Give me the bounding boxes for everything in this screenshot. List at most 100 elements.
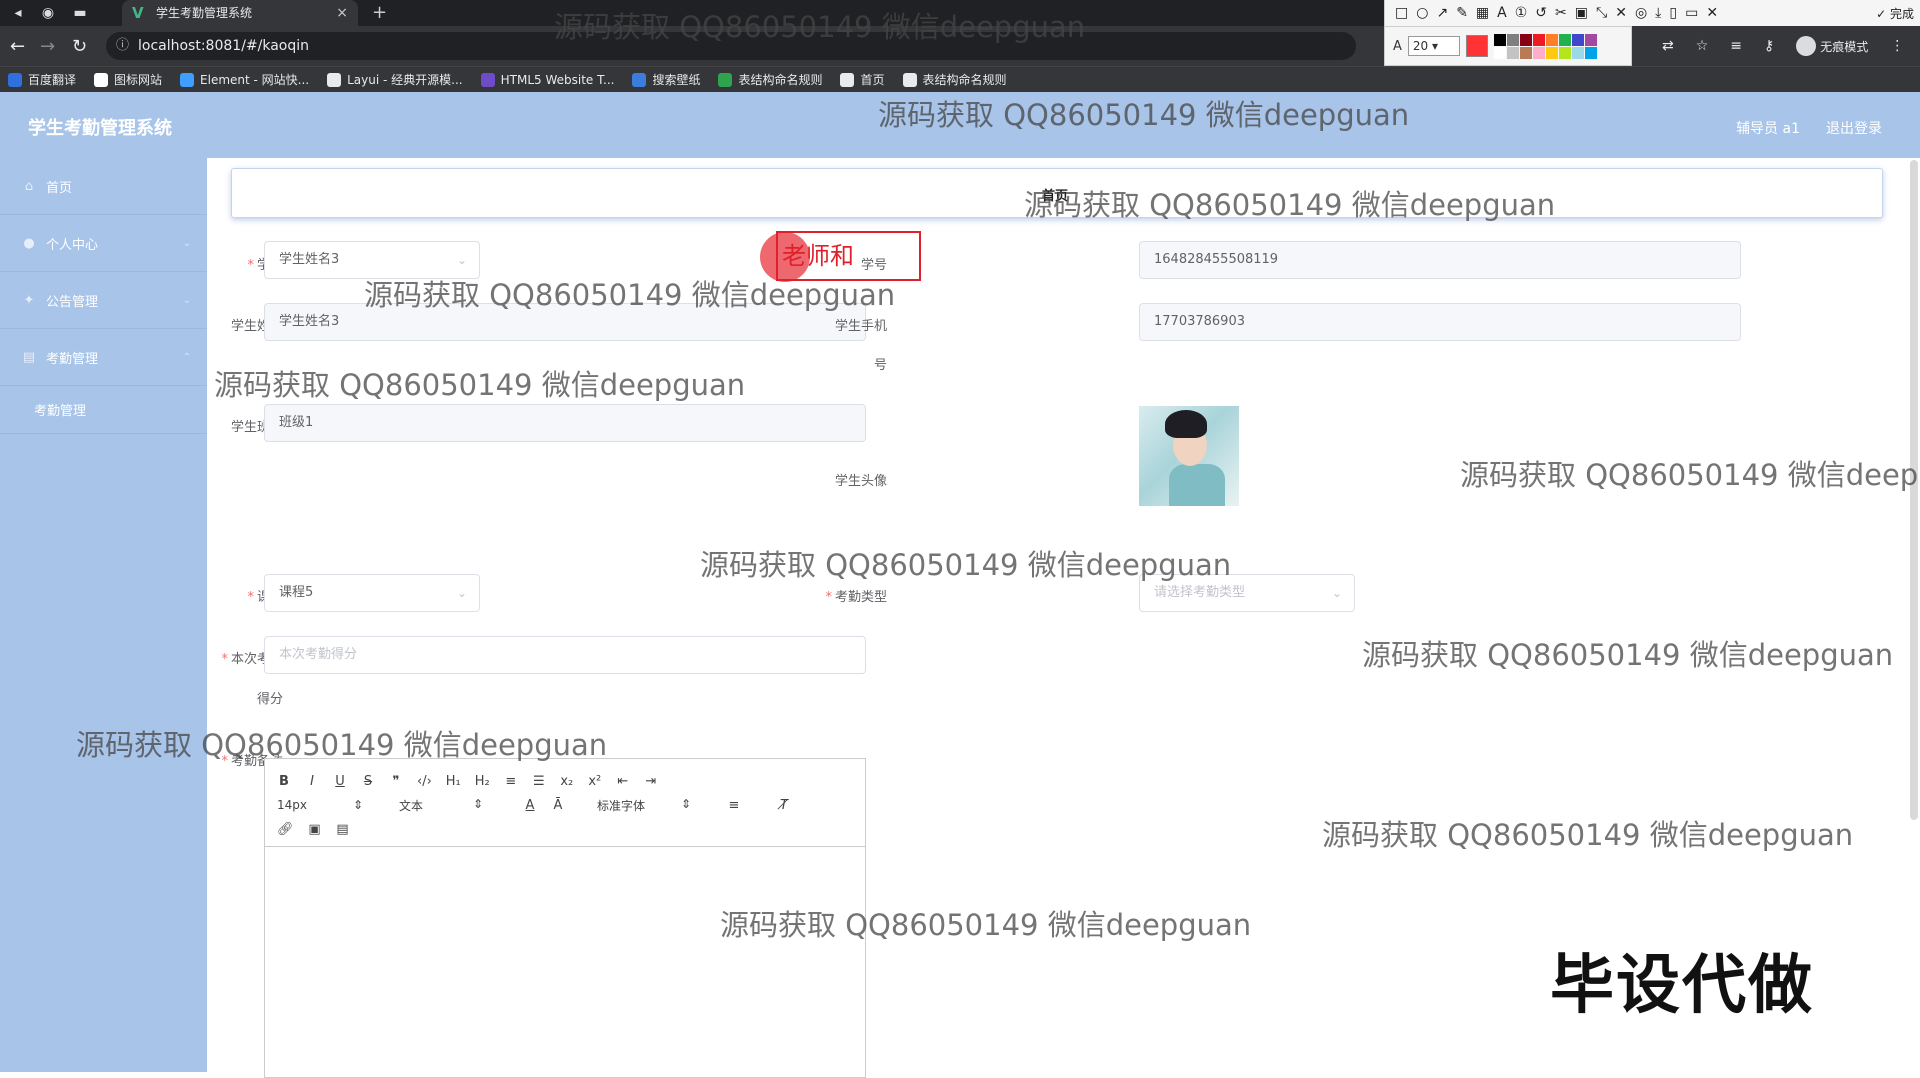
color-swatch[interactable] <box>1506 46 1519 59</box>
text-tool-icon[interactable]: A <box>1497 5 1507 21</box>
video-icon[interactable]: ▤ <box>336 822 350 837</box>
tab-close-icon[interactable]: × <box>336 0 348 26</box>
bookmark-item[interactable]: HTML5 Website T... <box>480 72 614 87</box>
pin-icon[interactable]: ✕ <box>1615 5 1627 21</box>
superscript-icon[interactable]: x² <box>588 774 602 789</box>
bookmark-item[interactable]: 百度翻译 <box>8 71 76 88</box>
color-swatch[interactable] <box>1558 46 1571 59</box>
forward-icon[interactable]: → <box>40 36 55 57</box>
color-swatch[interactable] <box>1545 46 1558 59</box>
text-type-dropdown[interactable]: 文本 ⇕ <box>399 797 483 814</box>
background-color-icon[interactable]: Ā <box>551 798 565 813</box>
bookmark-label: 图标网站 <box>114 73 163 87</box>
incognito-profile[interactable]: 无痕模式 <box>1796 36 1868 56</box>
watermark: 源码获取 QQ86050149 微信deepguan <box>76 728 608 762</box>
bookmark-item[interactable]: 图标网站 <box>94 71 162 88</box>
ellipse-tool-icon[interactable]: ○ <box>1416 5 1428 21</box>
color-swatch[interactable] <box>1532 46 1545 59</box>
key-icon[interactable]: ⚷ <box>1764 38 1774 54</box>
sidebar-item-home[interactable]: ⌂ 首页 <box>0 158 207 215</box>
color-swatch[interactable] <box>1545 33 1558 46</box>
annotation-done-button[interactable]: ✓ 完成 <box>1876 5 1920 22</box>
bullet-list-icon[interactable]: ☰ <box>532 774 546 789</box>
color-swatch[interactable] <box>1506 33 1519 46</box>
logout-link[interactable]: 退出登录 <box>1826 118 1882 138</box>
bookmark-item[interactable]: 搜索壁纸 <box>632 71 700 88</box>
font-family-dropdown[interactable]: 标准字体 ⇕ <box>597 797 691 814</box>
rectangle-tool-icon[interactable]: □ <box>1395 5 1408 21</box>
image-icon[interactable]: ▣ <box>308 822 322 837</box>
bookmark-icon[interactable]: ▭ <box>1685 5 1698 21</box>
color-swatch[interactable] <box>1571 33 1584 46</box>
blockquote-icon[interactable]: ❞ <box>389 774 403 789</box>
bold-icon[interactable]: B <box>277 774 291 789</box>
crop-icon[interactable]: ✂ <box>1555 5 1567 21</box>
color-swatch[interactable] <box>1493 33 1506 46</box>
color-swatch[interactable] <box>1584 33 1597 46</box>
font-color-icon[interactable]: A <box>523 798 537 813</box>
translate-icon[interactable]: ▣ <box>1575 5 1588 21</box>
heading-2-icon[interactable]: H₂ <box>475 774 490 789</box>
browser-globe-icon[interactable]: ◉ <box>38 4 58 22</box>
outdent-icon[interactable]: ⇤ <box>616 774 630 789</box>
star-icon[interactable]: ☆ <box>1696 38 1709 54</box>
tab-search-icon[interactable]: ◂ <box>8 4 28 22</box>
bookmark-item[interactable]: 表结构命名规则 <box>902 71 1007 88</box>
font-size-select[interactable]: 20 ▾ <box>1407 36 1460 56</box>
bookmark-favicon-icon <box>840 72 855 87</box>
translate-page-icon[interactable]: ⇄ <box>1662 38 1674 54</box>
menu-icon[interactable]: ⋮ <box>1890 38 1904 54</box>
ordered-list-icon[interactable]: ≡ <box>504 774 518 789</box>
download-icon[interactable]: ⤓ <box>1655 5 1661 21</box>
indent-icon[interactable]: ⇥ <box>644 774 658 789</box>
color-swatch[interactable] <box>1493 46 1506 59</box>
current-color-swatch[interactable] <box>1465 35 1488 57</box>
record-icon[interactable]: ◎ <box>1635 5 1647 21</box>
student-phone-field[interactable]: 17703786903 <box>1139 303 1741 341</box>
new-tab-button[interactable]: + <box>372 2 387 23</box>
reload-icon[interactable]: ↻ <box>72 36 87 57</box>
score-input[interactable]: 本次考勤得分 <box>264 636 866 674</box>
bookmark-item[interactable]: 首页 <box>840 71 885 88</box>
strikethrough-icon[interactable]: S <box>361 774 375 789</box>
heading-1-icon[interactable]: H₁ <box>446 774 461 789</box>
mosaic-tool-icon[interactable]: ▦ <box>1476 5 1489 21</box>
student-no-field[interactable]: 164828455508119 <box>1139 241 1741 279</box>
bookmark-item[interactable]: Layui - 经典开源模... <box>327 71 463 88</box>
link-icon[interactable]: 🔗︎ <box>277 822 294 837</box>
course-select[interactable]: 课程5 ⌄ <box>264 574 480 612</box>
browser-actions: ⇄ ☆ ≡ ⚷ 无痕模式 ⋮ <box>1632 26 1920 66</box>
code-icon[interactable]: ‹/› <box>417 774 432 789</box>
color-swatch[interactable] <box>1558 33 1571 46</box>
reading-list-icon[interactable]: ≡ <box>1730 38 1742 54</box>
bookmark-item[interactable]: Element - 网站快... <box>180 71 309 88</box>
bookmark-item[interactable]: 表结构命名规则 <box>718 71 822 88</box>
sidebar-subitem-attendance[interactable]: 考勤管理 <box>0 386 207 434</box>
undo-icon[interactable]: ↺ <box>1535 5 1547 21</box>
pen-tool-icon[interactable]: ✎ <box>1456 5 1468 21</box>
student-class-field[interactable]: 班级1 <box>264 404 866 442</box>
sidebar-item-profile[interactable]: ● 个人中心 ⌄ <box>0 215 207 272</box>
site-info-icon[interactable]: ⓘ <box>116 32 129 60</box>
underline-icon[interactable]: U <box>333 774 347 789</box>
scale-icon[interactable]: ⤡ <box>1596 5 1607 21</box>
back-icon[interactable]: ← <box>10 36 25 57</box>
clear-format-icon[interactable]: T̸ <box>777 798 791 813</box>
tab-overview-icon[interactable]: ▬ <box>70 4 90 22</box>
arrow-tool-icon[interactable]: ↗ <box>1436 5 1448 21</box>
sidebar-item-notice[interactable]: ✦ 公告管理 ⌄ <box>0 272 207 329</box>
color-swatch[interactable] <box>1532 33 1545 46</box>
font-size-dropdown[interactable]: 14px ⇕ <box>277 798 363 812</box>
italic-icon[interactable]: I <box>305 774 319 789</box>
color-swatch[interactable] <box>1519 33 1532 46</box>
subscript-icon[interactable]: x₂ <box>560 774 574 789</box>
active-tab[interactable]: V 学生考勤管理系统 × <box>122 0 358 26</box>
color-swatch[interactable] <box>1584 46 1597 59</box>
phone-icon[interactable]: ▯ <box>1669 5 1677 21</box>
align-icon[interactable]: ≡ <box>727 798 741 813</box>
color-swatch[interactable] <box>1571 46 1584 59</box>
sidebar-item-attendance[interactable]: ▤ 考勤管理 ⌃ <box>0 329 207 386</box>
color-swatch[interactable] <box>1519 46 1532 59</box>
number-tool-icon[interactable]: ① <box>1515 5 1528 21</box>
cancel-icon[interactable]: ✕ <box>1706 5 1718 21</box>
